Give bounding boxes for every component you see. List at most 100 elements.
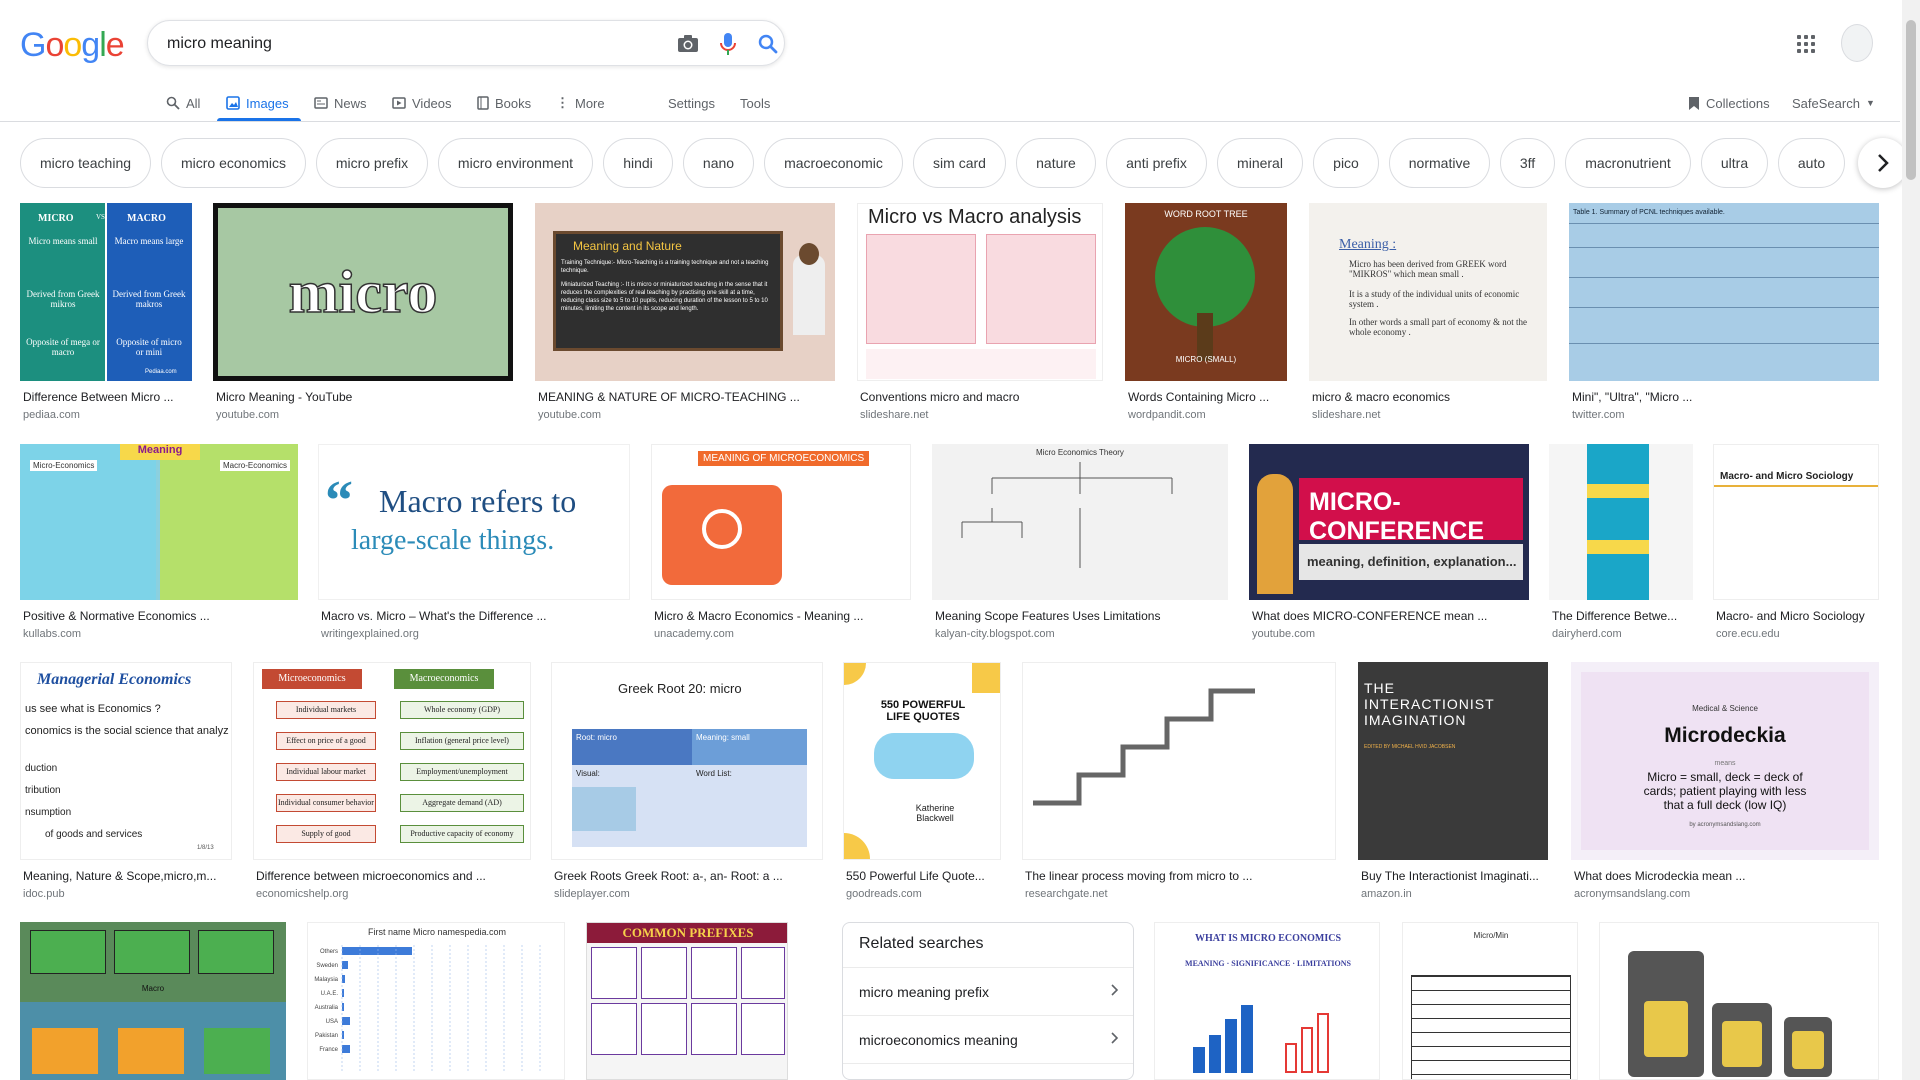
chip-macroeconomic[interactable]: macroeconomic — [764, 138, 903, 188]
image-result-row4-5[interactable]: WHAT IS MICRO ECONOMICS MEANING · SIGNIF… — [1154, 922, 1380, 1080]
result-source[interactable]: acronymsandslang.com — [1574, 888, 1690, 900]
tools-link[interactable]: Tools — [740, 91, 770, 115]
scrollbar-thumb[interactable] — [1906, 20, 1916, 180]
image-result-row4-6[interactable]: Micro/Min — [1402, 922, 1578, 1080]
image-result-row1-6[interactable]: Meaning : Micro has been derived from GR… — [1309, 203, 1547, 425]
search-input[interactable] — [167, 33, 637, 55]
chip-mineral[interactable]: mineral — [1217, 138, 1303, 188]
chip-pico[interactable]: pico — [1313, 138, 1379, 188]
image-result-row2-3[interactable]: MEANING OF MICROECONOMICS Micro & Macro … — [651, 444, 911, 644]
chip-auto[interactable]: auto — [1778, 138, 1845, 188]
result-source[interactable]: pediaa.com — [23, 409, 80, 421]
image-result-row3-6[interactable]: THE INTERACTIONIST IMAGINATION EDITED BY… — [1358, 662, 1548, 906]
image-result-row2-6[interactable]: The Difference Betwe... dairyherd.com — [1549, 444, 1693, 644]
result-source[interactable]: goodreads.com — [846, 888, 922, 900]
chip-macronutrient[interactable]: macronutrient — [1565, 138, 1691, 188]
chip-sim-card[interactable]: sim card — [913, 138, 1006, 188]
chip-micro-economics[interactable]: micro economics — [161, 138, 306, 188]
image-result-row2-4[interactable]: Micro Economics Theory Meaning Scope Fea… — [932, 444, 1228, 644]
image-result-row4-2[interactable]: First name Micro namespedia.com Others Sw… — [307, 922, 565, 1080]
image-result-row4-3[interactable]: COMMON PREFIXES — [586, 922, 788, 1080]
result-title[interactable]: Micro & Macro Economics - Meaning ... — [654, 609, 910, 623]
result-title[interactable]: Micro Meaning - YouTube — [216, 390, 512, 404]
result-source[interactable]: idoc.pub — [23, 888, 65, 900]
image-result-row3-3[interactable]: Greek Root 20: micro Root: micro Meaning… — [551, 662, 823, 906]
search-box[interactable] — [147, 20, 785, 66]
chip-micro-prefix[interactable]: micro prefix — [316, 138, 428, 188]
related-search-item[interactable] — [843, 1063, 1133, 1079]
microphone-icon[interactable] — [716, 32, 740, 56]
result-title[interactable]: Conventions micro and macro — [860, 390, 1102, 404]
result-title[interactable]: The Difference Betwe... — [1552, 609, 1692, 623]
chip-3ff[interactable]: 3ff — [1500, 138, 1555, 188]
result-source[interactable]: slideplayer.com — [554, 888, 630, 900]
tab-news[interactable]: News — [314, 91, 367, 115]
result-title[interactable]: Positive & Normative Economics ... — [23, 609, 297, 623]
image-result-row1-7[interactable]: Table 1. Summary of PCNL techniques avai… — [1569, 203, 1879, 425]
image-result-row4-1[interactable]: Macro — [20, 922, 286, 1080]
avatar[interactable] — [1841, 24, 1873, 62]
page-scrollbar[interactable] — [1902, 0, 1920, 1080]
chip-micro-teaching[interactable]: micro teaching — [20, 138, 151, 188]
image-result-row3-7[interactable]: Medical & Science Microdeckia means Micr… — [1571, 662, 1879, 906]
chip-hindi[interactable]: hindi — [603, 138, 673, 188]
result-title[interactable]: Greek Roots Greek Root: a-, an- Root: a … — [554, 869, 822, 883]
result-title[interactable]: Macro vs. Micro – What's the Difference … — [321, 609, 629, 623]
image-result-row2-2[interactable]: “ Macro refers to large-scale things. Ma… — [318, 444, 630, 644]
result-source[interactable]: economicshelp.org — [256, 888, 348, 900]
related-search-item[interactable]: microeconomics meaning — [843, 1015, 1133, 1063]
result-source[interactable]: amazon.in — [1361, 888, 1412, 900]
result-source[interactable]: researchgate.net — [1025, 888, 1108, 900]
result-source[interactable]: youtube.com — [216, 409, 279, 421]
image-result-row2-1[interactable]: Meaning Micro-Economics Macro-Economics … — [20, 444, 298, 644]
tab-all[interactable]: All — [166, 91, 200, 115]
result-source[interactable]: slideshare.net — [1312, 409, 1381, 421]
collections-link[interactable]: Collections — [1688, 91, 1770, 115]
result-title[interactable]: What does Microdeckia mean ... — [1574, 869, 1878, 883]
apps-grid-icon[interactable] — [1794, 32, 1818, 56]
chip-anti-prefix[interactable]: anti prefix — [1106, 138, 1207, 188]
chip-nature[interactable]: nature — [1016, 138, 1096, 188]
settings-link[interactable]: Settings — [668, 91, 715, 115]
result-title[interactable]: micro & macro economics — [1312, 390, 1546, 404]
image-result-row1-2[interactable]: micro Micro Meaning - YouTube youtube.co… — [213, 203, 513, 425]
tab-books[interactable]: Books — [477, 91, 531, 115]
camera-icon[interactable] — [676, 32, 700, 56]
result-source[interactable]: slideshare.net — [860, 409, 929, 421]
result-source[interactable]: unacademy.com — [654, 628, 734, 640]
result-source[interactable]: dairyherd.com — [1552, 628, 1622, 640]
image-result-row3-5[interactable]: The linear process moving from micro to … — [1022, 662, 1336, 906]
result-source[interactable]: twitter.com — [1572, 409, 1625, 421]
result-title[interactable]: Difference between microeconomics and ..… — [256, 869, 530, 883]
google-logo[interactable]: Google — [20, 26, 125, 65]
result-source[interactable]: writingexplained.org — [321, 628, 419, 640]
image-result-row3-4[interactable]: 550 POWERFUL LIFE QUOTES Katherine Black… — [843, 662, 1001, 906]
result-source[interactable]: wordpandit.com — [1128, 409, 1206, 421]
result-title[interactable]: What does MICRO-CONFERENCE mean ... — [1252, 609, 1528, 623]
image-result-row1-5[interactable]: WORD ROOT TREE MICRO (SMALL) Words Conta… — [1125, 203, 1287, 425]
image-result-row1-3[interactable]: Meaning and Nature Training Technique:- … — [535, 203, 835, 425]
result-title[interactable]: Meaning, Nature & Scope,micro,m... — [23, 869, 231, 883]
result-title[interactable]: Difference Between Micro ... — [23, 390, 191, 404]
search-icon[interactable] — [756, 32, 780, 56]
image-result-row2-5[interactable]: MICRO-CONFERENCE meaning, definition, ex… — [1249, 444, 1529, 644]
chip-normative[interactable]: normative — [1389, 138, 1490, 188]
result-source[interactable]: youtube.com — [1252, 628, 1315, 640]
tab-images[interactable]: Images — [226, 91, 289, 115]
result-title[interactable]: MEANING & NATURE OF MICRO-TEACHING ... — [538, 390, 834, 404]
image-result-row1-1[interactable]: MICRO VS MACRO Micro means small Macro m… — [20, 203, 192, 425]
chip-nano[interactable]: nano — [683, 138, 754, 188]
chip-ultra[interactable]: ultra — [1701, 138, 1768, 188]
image-result-row1-4[interactable]: Micro vs Macro analysis Conventions micr… — [857, 203, 1103, 425]
result-title[interactable]: The linear process moving from micro to … — [1025, 869, 1335, 883]
tab-videos[interactable]: Videos — [392, 91, 452, 115]
result-title[interactable]: Macro- and Micro Sociology — [1716, 609, 1878, 623]
result-title[interactable]: Mini", "Ultra", "Micro ... — [1572, 390, 1878, 404]
result-source[interactable]: youtube.com — [538, 409, 601, 421]
image-result-row4-7[interactable] — [1599, 922, 1879, 1080]
image-result-row3-2[interactable]: Microeconomics Macroeconomics Individual… — [253, 662, 531, 906]
result-title[interactable]: 550 Powerful Life Quote... — [846, 869, 1000, 883]
result-title[interactable]: Meaning Scope Features Uses Limitations — [935, 609, 1227, 623]
result-title[interactable]: Buy The Interactionist Imaginati... — [1361, 869, 1547, 883]
image-result-row3-1[interactable]: Managerial Economics us see what is Econ… — [20, 662, 232, 906]
